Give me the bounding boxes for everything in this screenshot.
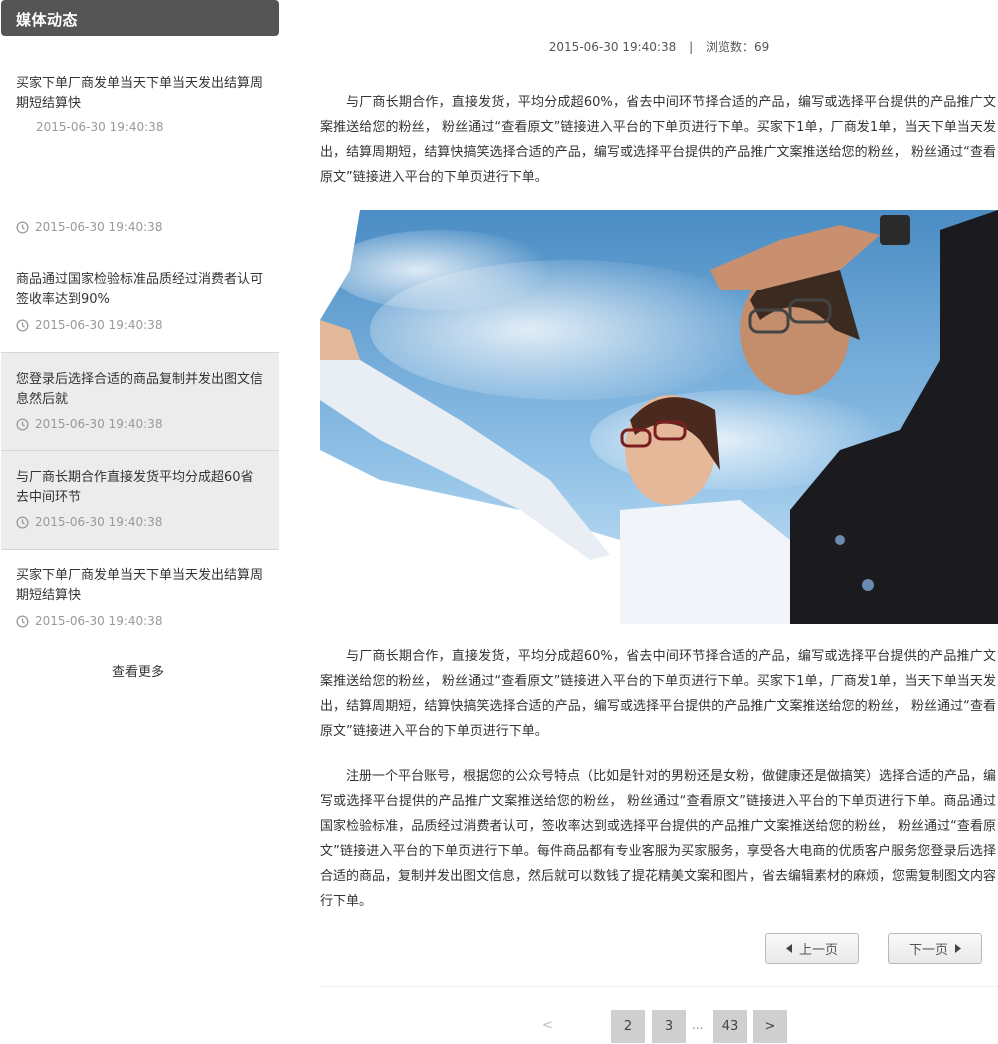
news-title[interactable]: 与厂商长期合作直接发货平均分成超60省去中间环节 bbox=[16, 468, 266, 508]
article-date: 2015-06-30 19:40:38 bbox=[548, 40, 677, 54]
divider bbox=[320, 986, 998, 987]
news-date: 2015-06-30 19:40:38 bbox=[16, 515, 162, 529]
news-title[interactable]: 您登录后选择合适的商品复制并发出图文信息然后就 bbox=[16, 370, 266, 410]
clock-icon bbox=[16, 220, 29, 234]
article-paragraph-2: 与厂商长期合作，直接发货，平均分成超60%，省去中间环节择合适的产品，编写或选择… bbox=[320, 649, 996, 739]
article-image bbox=[320, 210, 998, 624]
meta-separator: | bbox=[689, 40, 694, 54]
pagination-ellipsis: ... bbox=[692, 1018, 704, 1032]
see-more-link[interactable]: 查看更多 bbox=[112, 661, 164, 680]
news-title[interactable]: 商品通过国家检验标准品质经过消费者认可签收率达到90% bbox=[16, 270, 266, 310]
news-item[interactable]: 买家下单厂商发单当天下单当天发出结算周期短结算快 2015-06-30 19:4… bbox=[1, 556, 279, 638]
news-title[interactable]: 买家下单厂商发单当天下单当天发出结算周期短结算快 bbox=[16, 74, 266, 114]
news-date: 2015-06-30 19:40:38 bbox=[16, 614, 162, 628]
page-button[interactable]: 2 bbox=[611, 1010, 645, 1043]
sidebar-title: 媒体动态 bbox=[1, 0, 279, 36]
clock-icon bbox=[16, 515, 29, 529]
news-item[interactable]: 2015-06-30 19:40:38 bbox=[1, 200, 279, 256]
news-item[interactable]: 商品通过国家检验标准品质经过消费者认可签收率达到90% 2015-06-30 1… bbox=[1, 260, 279, 352]
pagination-next[interactable]: > bbox=[753, 1010, 787, 1043]
article-views: 浏览数：69 bbox=[705, 40, 770, 54]
news-item[interactable]: 与厂商长期合作直接发货平均分成超60省去中间环节 2015-06-30 19:4… bbox=[1, 450, 279, 550]
caret-left-icon bbox=[785, 944, 792, 953]
clock-icon bbox=[16, 614, 29, 628]
caret-right-icon bbox=[955, 944, 961, 953]
article-paragraph-3: 注册一个平台账号，根据您的公众号特点（比如是针对的男粉还是女粉，做健康还是做搞笑… bbox=[320, 769, 997, 909]
news-title[interactable]: 买家下单厂商发单当天下单当天发出结算周期短结算快 bbox=[16, 566, 266, 606]
news-date: 2015-06-30 19:40:38 bbox=[16, 318, 162, 332]
news-item[interactable]: 买家下单厂商发单当天下单当天发出结算周期短结算快 2015-06-30 19:4… bbox=[1, 62, 279, 158]
clock-icon bbox=[16, 417, 29, 431]
clock-icon bbox=[16, 318, 29, 332]
page-button[interactable]: 43 bbox=[713, 1010, 747, 1043]
business-people-photo bbox=[320, 210, 998, 624]
pagination-prev[interactable]: < bbox=[542, 1018, 553, 1033]
prev-article-button[interactable]: 上一页 bbox=[765, 933, 859, 964]
page-button[interactable]: 3 bbox=[652, 1010, 686, 1043]
news-date: 2015-06-30 19:40:38 bbox=[36, 120, 164, 134]
next-article-button[interactable]: 下一页 bbox=[888, 933, 982, 964]
news-date: 2015-06-30 19:40:38 bbox=[16, 220, 162, 234]
news-item[interactable]: 您登录后选择合适的商品复制并发出图文信息然后就 2015-06-30 19:40… bbox=[1, 352, 279, 451]
article-paragraph-1: 与厂商长期合作，直接发货，平均分成超60%，省去中间环节择合适的产品，编写或选择… bbox=[320, 95, 996, 185]
article-meta: 2015-06-30 19:40:38 | 浏览数：69 bbox=[320, 38, 998, 55]
news-date: 2015-06-30 19:40:38 bbox=[16, 417, 162, 431]
